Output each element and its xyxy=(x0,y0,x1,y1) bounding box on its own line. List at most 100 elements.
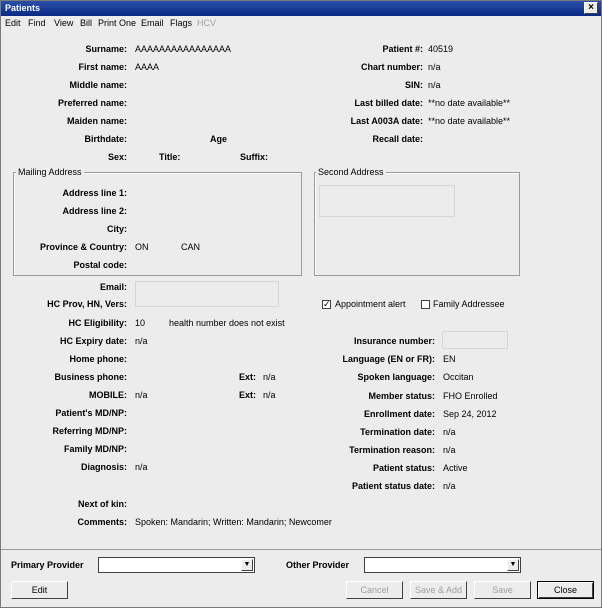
window-title: Patients xyxy=(5,3,41,13)
patients-window: Patients × Edit Find View Bill Print One… xyxy=(0,0,602,608)
cancel-button[interactable]: Cancel xyxy=(346,581,403,599)
maidenname-label: Maiden name: xyxy=(66,116,127,126)
primary-provider-select[interactable]: ▼ xyxy=(98,557,255,573)
language-label: Language (EN or FR): xyxy=(342,354,436,364)
menu-view[interactable]: View xyxy=(54,18,73,28)
patient-status-label: Patient status: xyxy=(372,463,435,473)
province-value[interactable]: ON xyxy=(135,242,149,252)
firstname-value[interactable]: AAAA xyxy=(135,62,159,72)
mobile-value[interactable]: n/a xyxy=(135,390,148,400)
save-button[interactable]: Save xyxy=(474,581,531,599)
patient-status-date-label: Patient status date: xyxy=(351,481,435,491)
termination-reason-value: n/a xyxy=(443,445,456,455)
second-address-title: Second Address xyxy=(316,167,386,177)
referring-md-label: Referring MD/NP: xyxy=(52,426,127,436)
close-button[interactable]: Close xyxy=(537,581,594,599)
diagnosis-label: Diagnosis: xyxy=(80,462,127,472)
patient-status-date-value: n/a xyxy=(443,481,456,491)
patient-number-value: 40519 xyxy=(428,44,454,54)
city-label: City: xyxy=(107,224,127,234)
mobile-ext-label: Ext: xyxy=(239,390,257,400)
appointment-alert-checkbox[interactable]: ✓ xyxy=(322,300,331,309)
hc-prov-label: HC Prov, HN, Vers: xyxy=(47,299,127,309)
hc-eligibility-label: HC Eligibility: xyxy=(68,318,128,328)
email-field[interactable] xyxy=(135,281,279,307)
recall-date-label: Recall date: xyxy=(372,134,423,144)
edit-button[interactable]: Edit xyxy=(11,581,68,599)
family-md-label: Family MD/NP: xyxy=(63,444,127,454)
footer-divider xyxy=(1,549,601,550)
family-addressee-label: Family Addressee xyxy=(433,299,505,309)
comments-label: Comments: xyxy=(77,517,127,527)
hc-eligibility-message: health number does not exist xyxy=(169,318,285,328)
comments-value[interactable]: Spoken: Mandarin; Written: Mandarin; New… xyxy=(135,517,332,527)
family-addressee-checkbox[interactable] xyxy=(421,300,430,309)
spoken-language-label: Spoken language: xyxy=(357,372,435,382)
business-ext-value[interactable]: n/a xyxy=(263,372,276,382)
mobile-ext-value[interactable]: n/a xyxy=(263,390,276,400)
patient-number-label: Patient #: xyxy=(382,44,423,54)
last-a003a-label: Last A003A date: xyxy=(350,116,423,126)
menu-print-one[interactable]: Print One xyxy=(98,18,136,28)
termination-date-value: n/a xyxy=(443,427,456,437)
address-line1-label: Address line 1: xyxy=(62,188,127,198)
firstname-label: First name: xyxy=(78,62,127,72)
diagnosis-value[interactable]: n/a xyxy=(135,462,148,472)
home-phone-label: Home phone: xyxy=(69,354,128,364)
last-a003a-value: **no date available** xyxy=(428,116,511,126)
member-status-label: Member status: xyxy=(368,391,435,401)
title-label: Title: xyxy=(159,152,181,162)
spoken-language-value[interactable]: Occitan xyxy=(443,372,474,382)
member-status-value: FHO Enrolled xyxy=(443,391,498,401)
chart-number-label: Chart number: xyxy=(360,62,423,72)
language-value[interactable]: EN xyxy=(443,354,456,364)
province-country-label: Province & Country: xyxy=(39,242,127,252)
save-add-button[interactable]: Save & Add xyxy=(410,581,467,599)
postal-code-label: Postal code: xyxy=(73,260,127,270)
next-of-kin-label: Next of kin: xyxy=(77,499,127,509)
chevron-down-icon[interactable]: ▼ xyxy=(507,559,519,571)
menu-email[interactable]: Email xyxy=(141,18,164,28)
insurance-number-label: Insurance number: xyxy=(353,336,435,346)
primary-provider-label: Primary Provider xyxy=(11,560,84,570)
address-line2-label: Address line 2: xyxy=(62,206,127,216)
mailing-address-title: Mailing Address xyxy=(16,167,84,177)
business-phone-label: Business phone: xyxy=(54,372,127,382)
close-icon[interactable]: × xyxy=(584,2,598,14)
insurance-number-field[interactable] xyxy=(442,331,508,349)
mailing-address-group xyxy=(13,172,302,276)
menu-edit[interactable]: Edit xyxy=(5,18,21,28)
last-billed-value: **no date available** xyxy=(428,98,511,108)
enrollment-date-label: Enrollment date: xyxy=(363,409,435,419)
menu-flags[interactable]: Flags xyxy=(170,18,192,28)
email-label: Email: xyxy=(99,282,127,292)
hc-expiry-label: HC Expiry date: xyxy=(59,336,127,346)
menu-bar: Edit Find View Bill Print One Email Flag… xyxy=(1,16,601,30)
surname-value[interactable]: AAAAAAAAAAAAAAAA xyxy=(135,44,231,54)
chevron-down-icon[interactable]: ▼ xyxy=(241,559,253,571)
menu-hcv[interactable]: HCV xyxy=(197,18,216,28)
appointment-alert-label: Appointment alert xyxy=(335,299,406,309)
mobile-label: MOBILE: xyxy=(89,390,127,400)
termination-date-label: Termination date: xyxy=(360,427,435,437)
menu-bill[interactable]: Bill xyxy=(80,18,92,28)
sin-value[interactable]: n/a xyxy=(428,80,441,90)
sex-label: Sex: xyxy=(107,152,127,162)
hc-expiry-value: n/a xyxy=(135,336,148,346)
title-bar: Patients × xyxy=(1,1,601,16)
country-value[interactable]: CAN xyxy=(181,242,200,252)
chart-number-value[interactable]: n/a xyxy=(428,62,441,72)
patient-status-value[interactable]: Active xyxy=(443,463,468,473)
hc-eligibility-value: 10 xyxy=(135,318,146,328)
enrollment-date-value: Sep 24, 2012 xyxy=(443,409,497,419)
menu-find[interactable]: Find xyxy=(28,18,46,28)
termination-reason-label: Termination reason: xyxy=(349,445,435,455)
patients-md-label: Patient's MD/NP: xyxy=(55,408,127,418)
business-ext-label: Ext: xyxy=(239,372,257,382)
age-label: Age xyxy=(210,134,228,144)
other-provider-select[interactable]: ▼ xyxy=(364,557,521,573)
suffix-label: Suffix: xyxy=(240,152,268,162)
second-address-field[interactable] xyxy=(319,185,455,217)
preferredname-label: Preferred name: xyxy=(57,98,127,108)
other-provider-label: Other Provider xyxy=(286,560,350,570)
